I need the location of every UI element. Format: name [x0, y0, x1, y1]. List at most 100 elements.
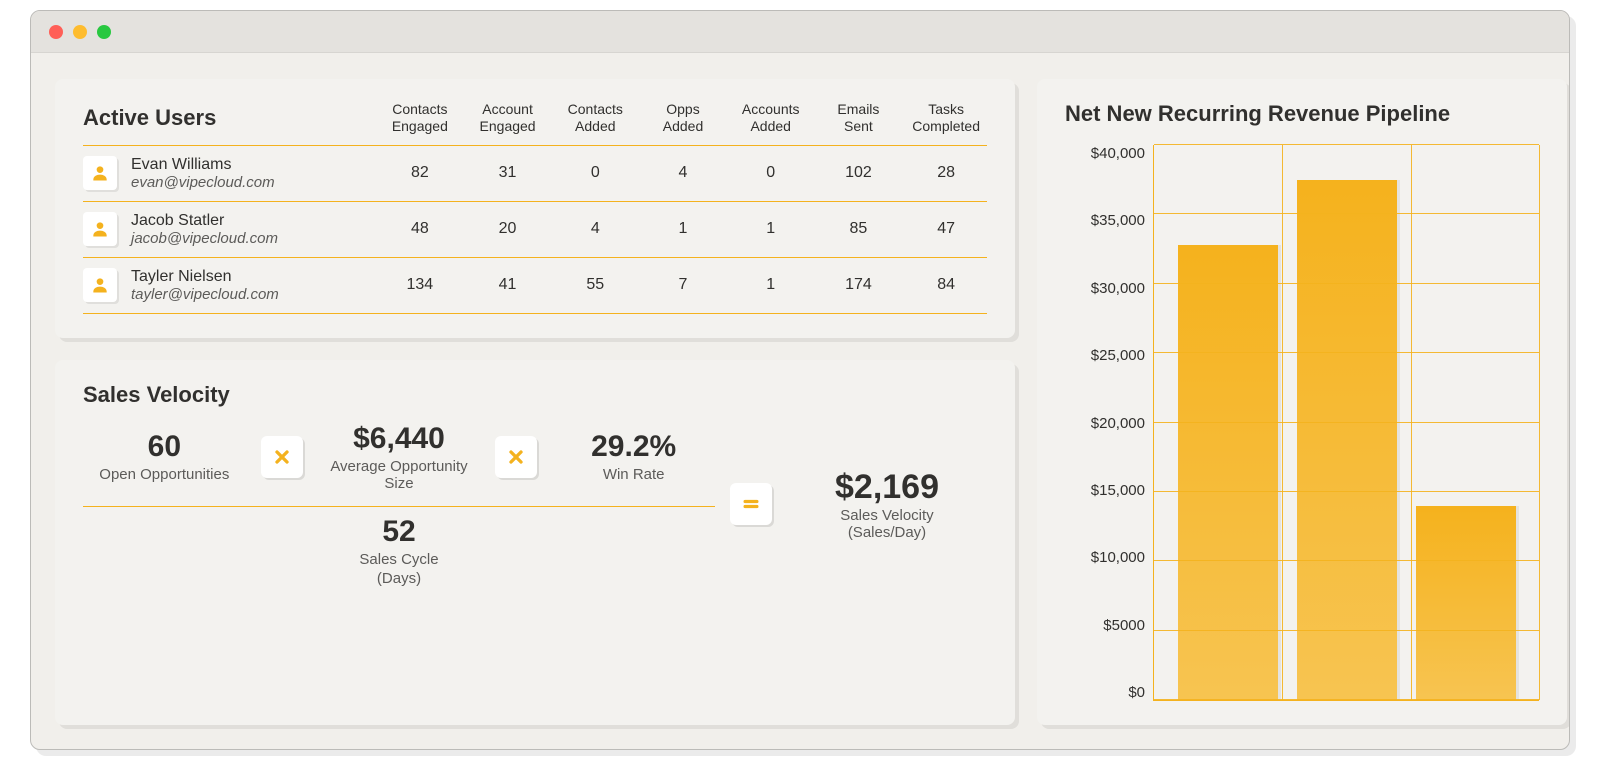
cell: 55 [554, 276, 636, 294]
active-users-card: Active Users Contacts Engaged Account En… [55, 79, 1015, 338]
cell: 0 [730, 164, 812, 182]
cell: 1 [730, 276, 812, 294]
y-tick: $35,000 [1091, 212, 1145, 229]
gridline [1154, 699, 1539, 700]
col-emails-sent: Emails Sent [818, 101, 900, 135]
cell: 82 [379, 164, 461, 182]
multiply-icon [261, 436, 303, 478]
y-tick: $10,000 [1091, 549, 1145, 566]
y-tick: $15,000 [1091, 482, 1145, 499]
sales-cycle-metric: 52 Sales Cycle (Days) [83, 515, 715, 587]
sales-velocity-label-1: Sales Velocity [787, 507, 987, 524]
col-contacts-engaged: Contacts Engaged [379, 101, 461, 135]
user-email: tayler@vipecloud.com [131, 286, 279, 303]
sales-cycle-label-2: (Days) [83, 570, 715, 587]
open-opportunities-label: Open Opportunities [83, 466, 246, 483]
y-axis-labels: $40,000 $35,000 $30,000 $25,000 $20,000 … [1065, 145, 1145, 701]
gridline [1154, 630, 1539, 631]
col-contacts-added: Contacts Added [554, 101, 636, 135]
sales-velocity-result: $2,169 Sales Velocity (Sales/Day) [787, 468, 987, 541]
y-tick: $40,000 [1091, 145, 1145, 162]
chart-plot-area [1153, 145, 1539, 701]
cell: 20 [467, 220, 549, 238]
cell: 102 [818, 164, 900, 182]
gridline [1154, 422, 1539, 423]
table-row: Jacob Statler jacob@vipecloud.com 48 20 … [83, 202, 987, 258]
cell: 4 [554, 220, 636, 238]
gridline [1154, 491, 1539, 492]
cell: 1 [642, 220, 724, 238]
cell: 4 [642, 164, 724, 182]
gridline [1154, 213, 1539, 214]
cell: 134 [379, 276, 461, 294]
sales-velocity-value: $2,169 [787, 468, 987, 507]
cell: 1 [730, 220, 812, 238]
y-tick: $30,000 [1091, 280, 1145, 297]
open-opportunities-metric: 60 Open Opportunities [83, 430, 246, 483]
cell: 31 [467, 164, 549, 182]
formula-divider [83, 506, 715, 507]
sales-velocity-title: Sales Velocity [83, 382, 987, 408]
y-tick: $0 [1128, 684, 1145, 701]
cell: 0 [554, 164, 636, 182]
user-name: Evan Williams [131, 156, 275, 174]
user-avatar-icon [83, 212, 117, 246]
user-avatar-icon [83, 156, 117, 190]
window-titlebar [31, 11, 1569, 53]
cell: 47 [905, 220, 987, 238]
avg-opportunity-size-value: $6,440 [318, 422, 481, 456]
chart-bar [1297, 180, 1397, 700]
bar-chart: $40,000 $35,000 $30,000 $25,000 $20,000 … [1065, 145, 1539, 701]
win-rate-label: Win Rate [552, 466, 715, 483]
user-name: Jacob Statler [131, 212, 278, 230]
gridline [1154, 283, 1539, 284]
multiply-icon [495, 436, 537, 478]
avg-opportunity-size-label: Average Opportunity Size [318, 458, 481, 492]
gridline [1539, 145, 1540, 700]
dashboard-content: Active Users Contacts Engaged Account En… [31, 53, 1569, 749]
table-row: Tayler Nielsen tayler@vipecloud.com 134 … [83, 258, 987, 314]
user-email: jacob@vipecloud.com [131, 230, 278, 247]
sales-cycle-value: 52 [83, 515, 715, 549]
gridline [1154, 560, 1539, 561]
y-tick: $20,000 [1091, 415, 1145, 432]
user-name: Tayler Nielsen [131, 268, 279, 286]
window-close-button[interactable] [49, 25, 63, 39]
user-email: evan@vipecloud.com [131, 174, 275, 191]
gridline [1154, 352, 1539, 353]
col-tasks-completed: Tasks Completed [905, 101, 987, 135]
col-account-engaged: Account Engaged [467, 101, 549, 135]
sales-velocity-label-2: (Sales/Day) [787, 524, 987, 541]
cell: 28 [905, 164, 987, 182]
window-minimize-button[interactable] [73, 25, 87, 39]
y-tick: $25,000 [1091, 347, 1145, 364]
chart-bar [1416, 506, 1516, 700]
win-rate-value: 29.2% [552, 430, 715, 464]
chart-bars [1154, 145, 1539, 700]
sales-cycle-label-1: Sales Cycle [83, 551, 715, 568]
sales-velocity-card: Sales Velocity 60 Open Opportunities $6,… [55, 360, 1015, 725]
active-users-header-row: Active Users Contacts Engaged Account En… [83, 101, 987, 145]
chart-bar [1178, 245, 1278, 700]
col-opps-added: Opps Added [642, 101, 724, 135]
gridline [1154, 144, 1539, 145]
window-zoom-button[interactable] [97, 25, 111, 39]
col-accounts-added: Accounts Added [730, 101, 812, 135]
active-users-title: Active Users [83, 105, 373, 131]
gridline [1282, 145, 1283, 700]
avg-opportunity-size-metric: $6,440 Average Opportunity Size [318, 422, 481, 492]
table-row: Evan Williams evan@vipecloud.com 82 31 0… [83, 146, 987, 202]
user-avatar-icon [83, 268, 117, 302]
gridline [1411, 145, 1412, 700]
cell: 7 [642, 276, 724, 294]
cell: 174 [818, 276, 900, 294]
cell: 84 [905, 276, 987, 294]
cell: 41 [467, 276, 549, 294]
open-opportunities-value: 60 [83, 430, 246, 464]
revenue-pipeline-card: Net New Recurring Revenue Pipeline $40,0… [1037, 79, 1567, 725]
equals-icon [730, 483, 772, 525]
app-window: Active Users Contacts Engaged Account En… [30, 10, 1570, 750]
cell: 48 [379, 220, 461, 238]
y-tick: $5000 [1103, 617, 1145, 634]
revenue-pipeline-title: Net New Recurring Revenue Pipeline [1065, 101, 1539, 127]
